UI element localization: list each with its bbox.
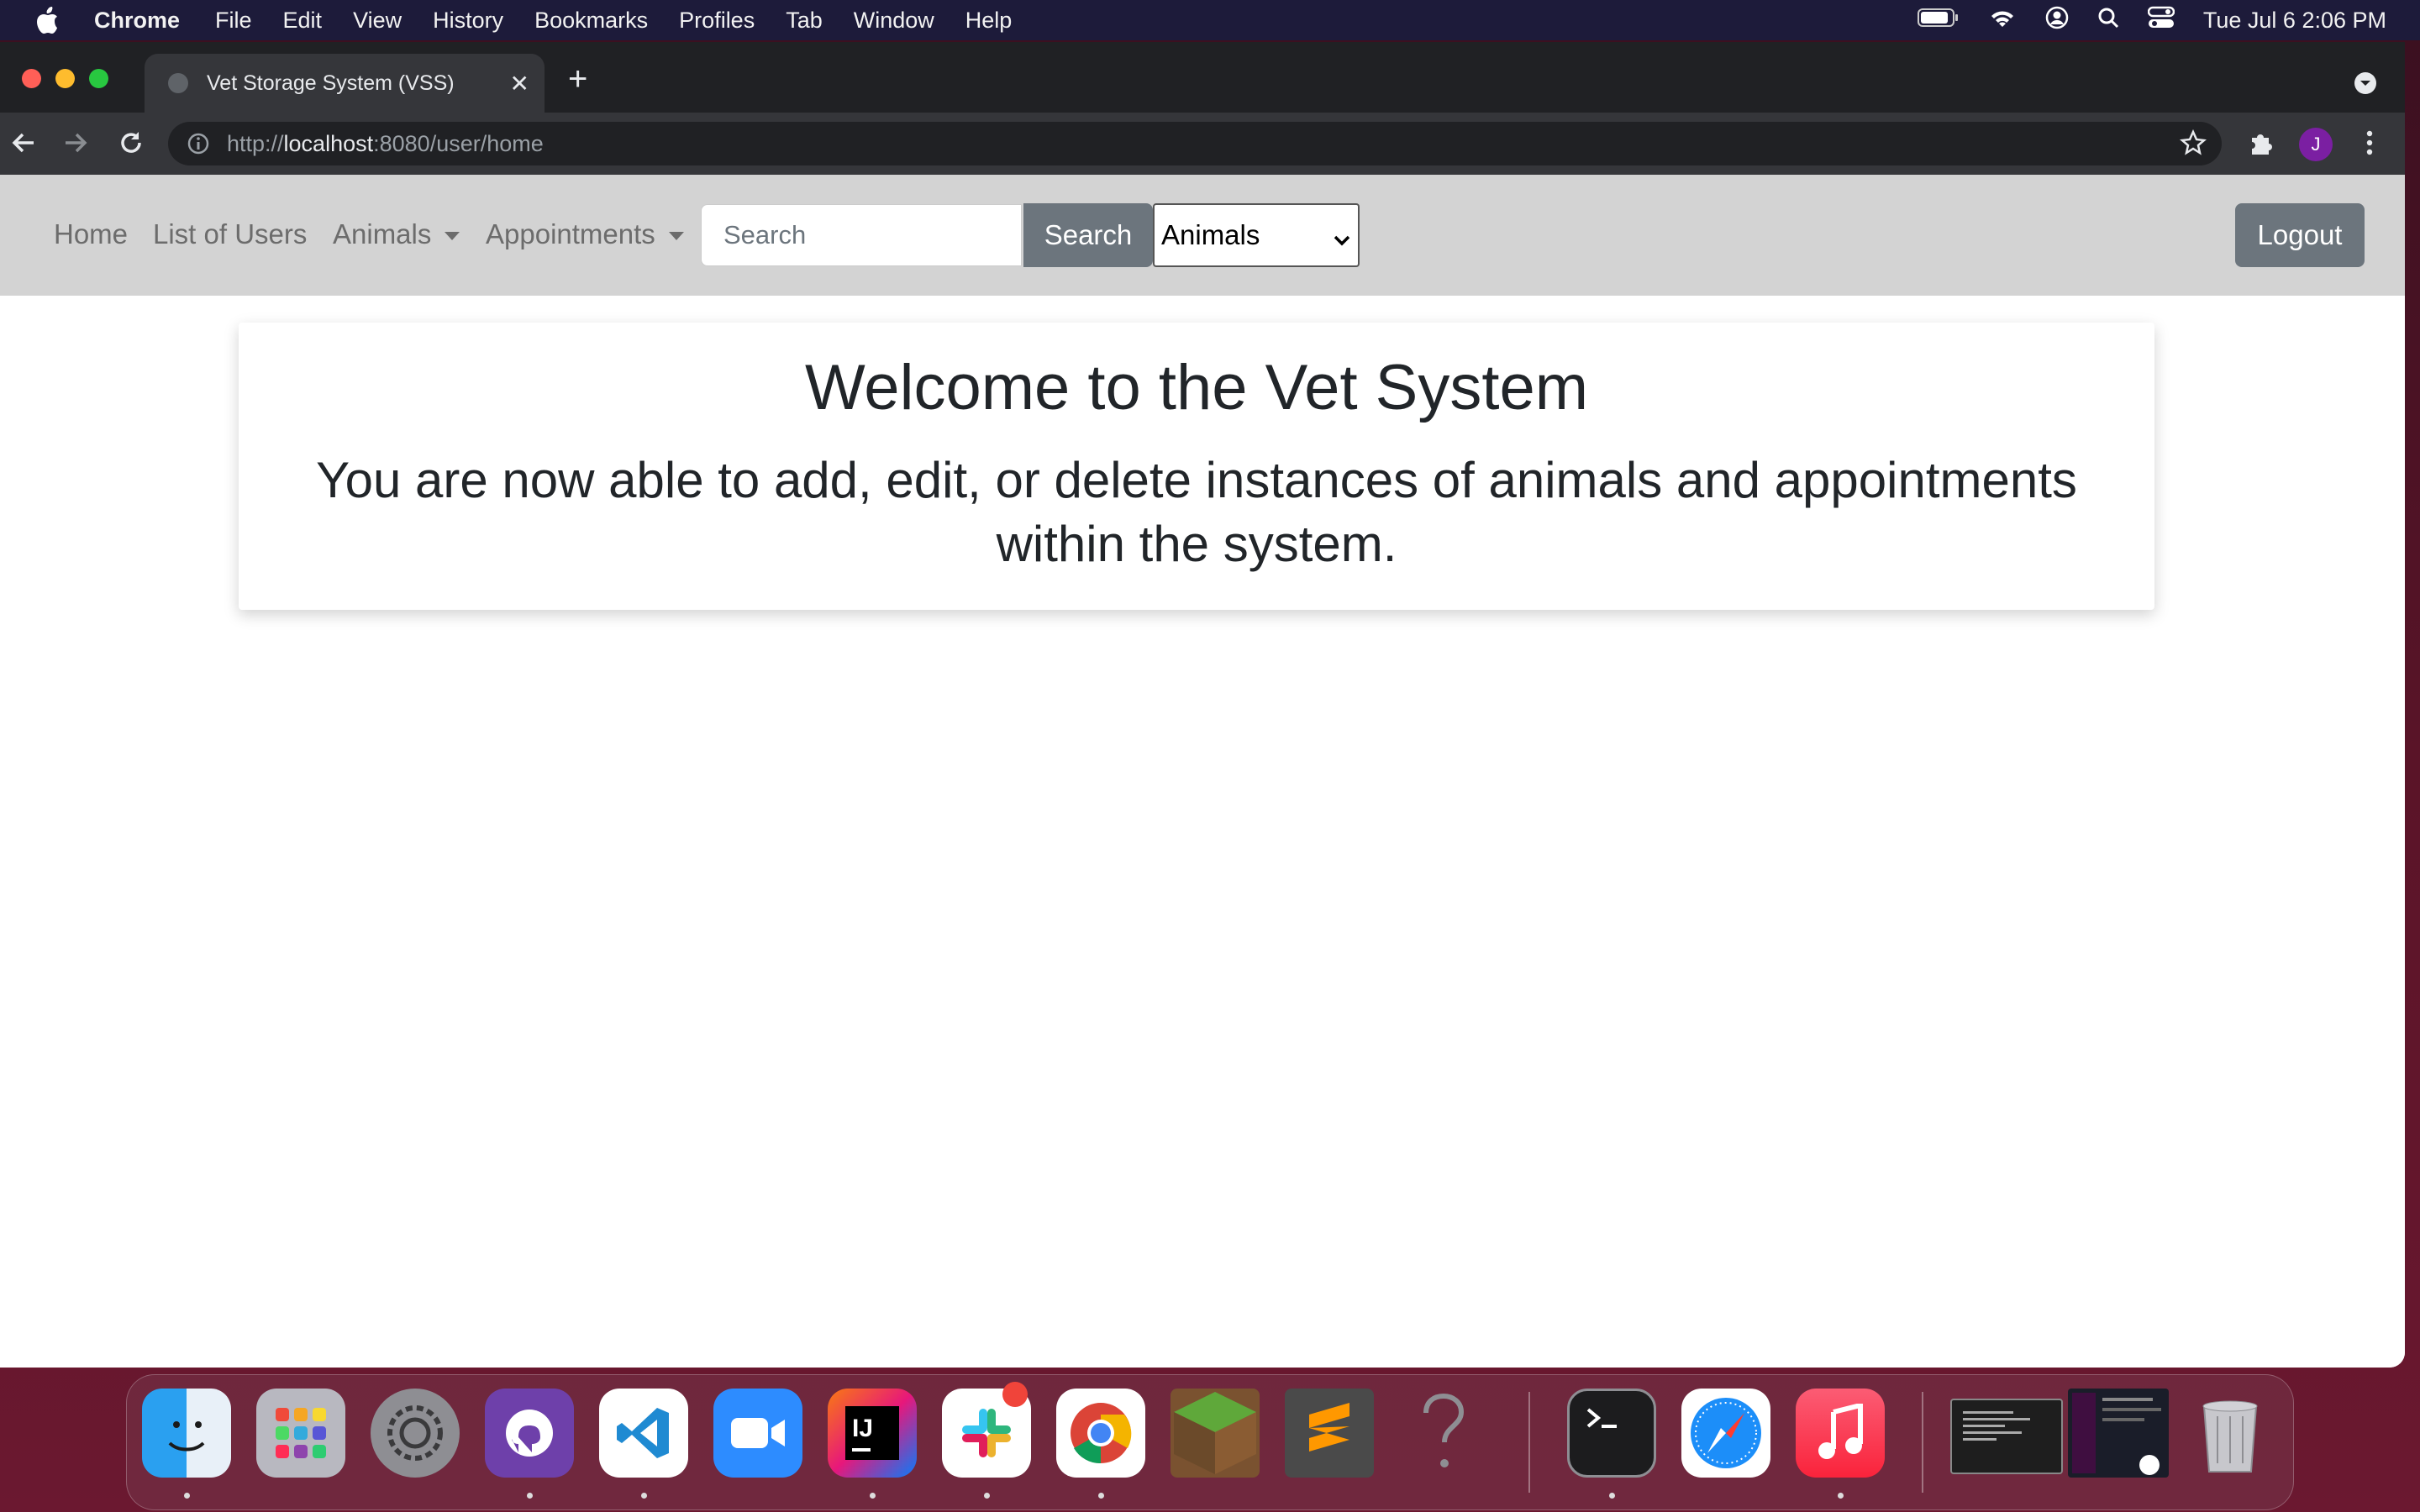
terminal-window-thumbnail[interactable]: [1950, 1399, 2063, 1474]
apple-menu-icon[interactable]: [35, 6, 60, 34]
launchpad-icon[interactable]: [256, 1389, 345, 1478]
new-tab-plus-icon[interactable]: +: [568, 60, 587, 98]
tab-vss[interactable]: Vet Storage System (VSS) ✕: [145, 54, 544, 113]
zoom-icon[interactable]: [713, 1389, 802, 1478]
running-indicator: [984, 1493, 990, 1499]
terminal-icon[interactable]: [1567, 1389, 1656, 1478]
control-center-icon[interactable]: [2147, 6, 2175, 35]
bookmark-star-icon[interactable]: [2178, 128, 2208, 158]
nav-home-link[interactable]: Home: [54, 218, 128, 250]
safari-icon[interactable]: [1681, 1389, 1770, 1478]
user-account-icon[interactable]: [2045, 6, 2069, 35]
nav-appointments-label: Appointments: [486, 218, 655, 249]
caret-down-icon: [445, 232, 460, 241]
web-page: Home List of Users Animals Appointments …: [0, 175, 2405, 1368]
slack-window-thumbnail[interactable]: [2068, 1389, 2169, 1478]
tab-title: Vet Storage System (VSS): [207, 71, 455, 95]
menu-file[interactable]: File: [215, 8, 252, 34]
menu-tab[interactable]: Tab: [786, 8, 823, 34]
unknown-app-icon[interactable]: [1399, 1389, 1488, 1478]
intellij-icon[interactable]: IJ: [828, 1389, 917, 1478]
reload-icon[interactable]: [116, 128, 146, 158]
notification-badge: [1002, 1382, 1028, 1407]
finder-icon[interactable]: [142, 1389, 231, 1478]
menu-view[interactable]: View: [353, 8, 402, 34]
welcome-card: Welcome to the Vet System You are now ab…: [239, 323, 2154, 610]
nav-animals-label: Animals: [333, 218, 432, 249]
running-indicator: [527, 1493, 533, 1499]
chrome-icon[interactable]: [1056, 1389, 1145, 1478]
running-indicator: [184, 1493, 190, 1499]
running-indicator: [870, 1493, 876, 1499]
sublime-text-icon[interactable]: [1285, 1389, 1374, 1478]
site-info-icon[interactable]: [187, 132, 210, 155]
dock-separator: [1528, 1392, 1530, 1493]
close-window-button[interactable]: [22, 69, 41, 88]
menubar-clock[interactable]: Tue Jul 6 2:06 PM: [2203, 8, 2386, 34]
search-input[interactable]: [701, 204, 1022, 266]
github-desktop-icon[interactable]: [485, 1389, 574, 1478]
search-button[interactable]: Search: [1023, 203, 1153, 267]
url-text: http://localhost:8080/user/home: [227, 130, 544, 156]
site-navbar: Home List of Users Animals Appointments …: [0, 175, 2405, 296]
menu-help[interactable]: Help: [965, 8, 1013, 34]
menu-history[interactable]: History: [433, 8, 503, 34]
wifi-icon[interactable]: [1988, 7, 2017, 34]
minimize-window-button[interactable]: [55, 69, 75, 88]
zoom-window-button[interactable]: [89, 69, 108, 88]
nav-animals-dropdown[interactable]: Animals: [333, 218, 460, 250]
menu-chrome[interactable]: Chrome: [94, 8, 180, 34]
trash-icon[interactable]: [2186, 1389, 2275, 1478]
page-title: Welcome to the Vet System: [804, 352, 1589, 423]
profile-avatar[interactable]: J: [2299, 128, 2333, 161]
battery-icon[interactable]: [1917, 8, 1960, 34]
forward-arrow-icon[interactable]: [60, 128, 91, 158]
extensions-puzzle-icon[interactable]: [2245, 128, 2275, 158]
address-bar[interactable]: http://localhost:8080/user/home: [168, 122, 2222, 165]
running-indicator: [1609, 1493, 1615, 1499]
menu-edit[interactable]: Edit: [283, 8, 323, 34]
tab-search-chevron-icon[interactable]: [2354, 72, 2376, 94]
browser-window: Vet Storage System (VSS) ✕ + http://loca…: [0, 42, 2405, 1368]
running-indicator: [1838, 1493, 1844, 1499]
caret-down-icon: [668, 232, 684, 241]
system-preferences-icon[interactable]: [371, 1389, 460, 1478]
minecraft-icon[interactable]: [1171, 1389, 1260, 1478]
running-indicator: [1098, 1493, 1104, 1499]
menu-window[interactable]: Window: [854, 8, 934, 34]
search-type-select[interactable]: Animals: [1153, 203, 1360, 267]
running-indicator: [641, 1493, 647, 1499]
back-arrow-icon[interactable]: [8, 128, 39, 158]
browser-menu-kebab-icon[interactable]: [2354, 128, 2385, 158]
chevron-down-icon: [1333, 225, 1351, 257]
music-icon[interactable]: [1796, 1389, 1885, 1478]
svg-text:IJ: IJ: [852, 1415, 873, 1442]
page-subtitle: You are now able to add, edit, or delete…: [316, 452, 2077, 572]
tab-strip: Vet Storage System (VSS) ✕ +: [0, 42, 2405, 113]
nav-appointments-dropdown[interactable]: Appointments: [486, 218, 684, 250]
vscode-icon[interactable]: [599, 1389, 688, 1478]
dock-separator: [1922, 1392, 1923, 1493]
close-tab-icon[interactable]: ✕: [510, 70, 529, 97]
spotlight-search-icon[interactable]: [2097, 7, 2119, 34]
logout-button[interactable]: Logout: [2235, 203, 2365, 267]
menu-bookmarks[interactable]: Bookmarks: [534, 8, 648, 34]
search-type-selected-value: Animals: [1161, 219, 1260, 250]
browser-toolbar: http://localhost:8080/user/home J: [0, 113, 2405, 175]
globe-icon: [168, 73, 188, 93]
nav-list-of-users-link[interactable]: List of Users: [153, 218, 307, 250]
macos-menu-bar: Chrome File Edit View History Bookmarks …: [0, 0, 2420, 40]
macos-dock: IJ: [126, 1374, 2294, 1510]
menu-profiles[interactable]: Profiles: [679, 8, 755, 34]
